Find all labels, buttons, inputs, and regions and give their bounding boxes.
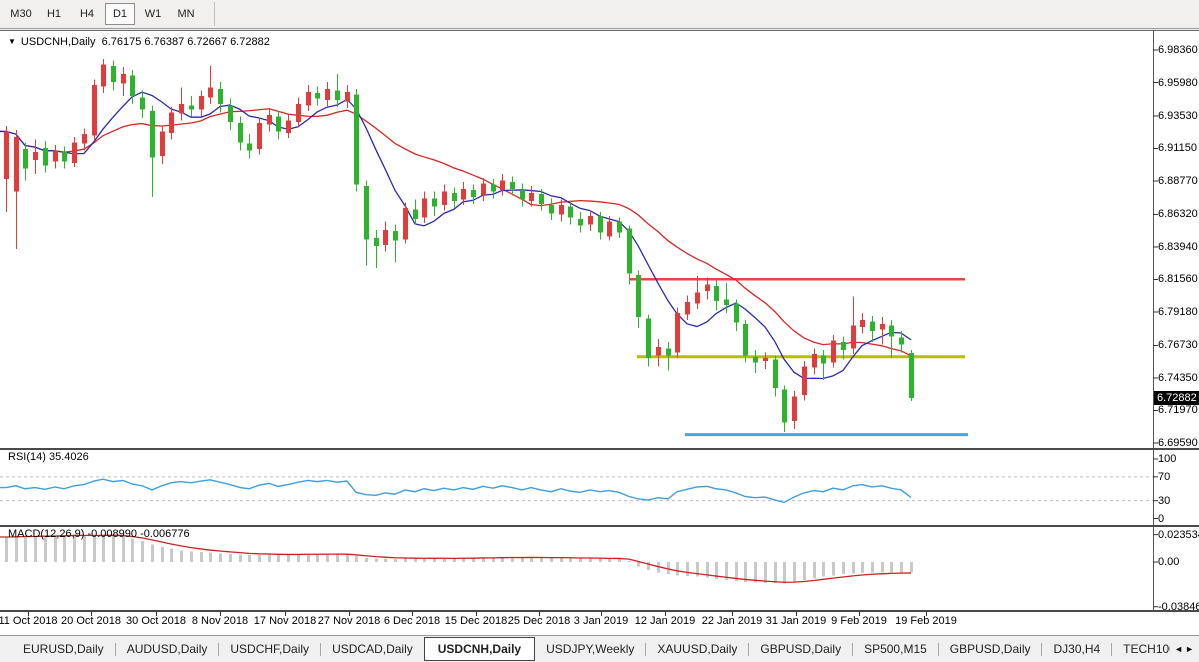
one-click-toggle-icon[interactable]: ▼ <box>8 37 16 46</box>
timeframe-m30-button[interactable]: M30 <box>6 3 36 25</box>
timeframe-mn-button[interactable]: MN <box>171 3 201 25</box>
date-axis-label: 3 Jan 2019 <box>574 615 628 627</box>
timeframe-d1-button[interactable]: D1 <box>105 3 135 25</box>
price-axis-label: 6.79180 <box>1158 306 1198 318</box>
chart-panel[interactable]: ▼ USDCNH,Daily 6.76175 6.76387 6.72667 6.… <box>0 30 1199 636</box>
chart-tabbar: EURUSD,Daily AUDUSD,Daily USDCHF,Daily U… <box>0 635 1199 662</box>
timeframe-toolbar: M30 H1 H4 D1 W1 MN <box>0 0 1199 29</box>
timeframe-h1-button[interactable]: H1 <box>39 3 69 25</box>
date-axis-label: 27 Nov 2018 <box>318 615 380 627</box>
tab-usdcnh-daily[interactable]: USDCNH,Daily <box>424 637 535 661</box>
price-axis-label: 6.83940 <box>1158 241 1198 253</box>
date-axis-label: 12 Jan 2019 <box>635 615 696 627</box>
price-axis-label: 6.93530 <box>1158 110 1198 122</box>
tab-eurusd-daily[interactable]: EURUSD,Daily <box>12 638 115 660</box>
date-axis-label: 19 Feb 2019 <box>895 615 957 627</box>
tab-gbpusd-daily-2[interactable]: GBPUSD,Daily <box>939 638 1042 660</box>
tab-dj30-h4[interactable]: DJ30,H4 <box>1042 638 1111 660</box>
rsi-axis-label: 100 <box>1158 453 1176 465</box>
macd-axis-label: 0.00 <box>1158 556 1179 568</box>
date-axis-label: 30 Oct 2018 <box>126 615 186 627</box>
tab-xauusd-daily[interactable]: XAUUSD,Daily <box>646 638 748 660</box>
tab-audusd-daily[interactable]: AUDUSD,Daily <box>116 638 219 660</box>
chart-legend: ▼ USDCNH,Daily 6.76175 6.76387 6.72667 6.… <box>8 36 270 48</box>
rsi-axis-label: 0 <box>1158 513 1164 525</box>
tab-scroll-left-icon[interactable]: ◄ <box>1174 644 1185 654</box>
date-axis-label: 9 Feb 2019 <box>831 615 887 627</box>
tab-usdcad-daily[interactable]: USDCAD,Daily <box>321 638 424 660</box>
timeframe-h4-button[interactable]: H4 <box>72 3 102 25</box>
ma-slow-line <box>0 109 911 356</box>
timeframe-w1-button[interactable]: W1 <box>138 3 168 25</box>
tab-scroll-arrows: ◄► <box>1170 644 1196 654</box>
tab-scroll-right-icon[interactable]: ► <box>1185 644 1196 654</box>
price-axis-label: 6.91150 <box>1158 142 1197 154</box>
chart-canvas[interactable] <box>0 31 1199 635</box>
price-axis-label: 6.71970 <box>1158 404 1198 416</box>
rsi-label: RSI(14) 35.4026 <box>8 451 89 463</box>
tab-usdjpy-weekly[interactable]: USDJPY,Weekly <box>535 638 645 660</box>
macd-histogram <box>5 535 913 584</box>
date-axis-label: 15 Dec 2018 <box>445 615 507 627</box>
date-axis-label: 8 Nov 2018 <box>192 615 248 627</box>
price-axis-label: 6.86320 <box>1158 208 1198 220</box>
date-axis-label: 20 Oct 2018 <box>61 615 121 627</box>
price-axis-label: 6.76730 <box>1158 339 1198 351</box>
date-axis-label: 22 Jan 2019 <box>702 615 763 627</box>
rsi-line <box>0 479 911 502</box>
current-price-tag: 6.72882 <box>1154 391 1199 405</box>
date-axis-label: 31 Jan 2019 <box>766 615 827 627</box>
tab-sp500-m15[interactable]: SP500,M15 <box>853 638 938 660</box>
price-axis-label: 6.98360 <box>1158 44 1198 56</box>
rsi-axis-label: 30 <box>1158 495 1170 507</box>
ohlc-values: 6.76175 6.76387 6.72667 6.72882 <box>102 36 270 48</box>
date-axis-label: 11 Oct 2018 <box>0 615 58 627</box>
date-axis-label: 17 Nov 2018 <box>254 615 316 627</box>
rsi-axis-label: 70 <box>1158 471 1170 483</box>
ma-fast-line <box>0 92 911 378</box>
symbol-title: USDCNH,Daily <box>21 36 96 48</box>
price-axis-label: 6.74350 <box>1158 372 1198 384</box>
mt4-window: M30 H1 H4 D1 W1 MN ▼ USDCNH,Daily 6.76175… <box>0 0 1199 662</box>
macd-axis-label: 0.023534 <box>1158 529 1199 541</box>
rsi-panel-separator <box>0 448 1199 450</box>
tab-gbpusd-daily[interactable]: GBPUSD,Daily <box>749 638 852 660</box>
price-axis-label: 6.88770 <box>1158 175 1198 187</box>
price-axis-label: 6.81560 <box>1158 273 1198 285</box>
toolbar-separator <box>214 2 215 26</box>
date-axis-separator <box>0 610 1199 612</box>
macd-panel-separator <box>0 525 1199 527</box>
date-axis-label: 25 Dec 2018 <box>508 615 570 627</box>
macd-label: MACD(12,26,9) -0.008990 -0.006776 <box>8 528 190 540</box>
price-axis-label: 6.95980 <box>1158 77 1198 89</box>
candlestick-series <box>4 59 914 432</box>
tab-usdchf-daily[interactable]: USDCHF,Daily <box>219 638 320 660</box>
date-axis-label: 6 Dec 2018 <box>384 615 440 627</box>
